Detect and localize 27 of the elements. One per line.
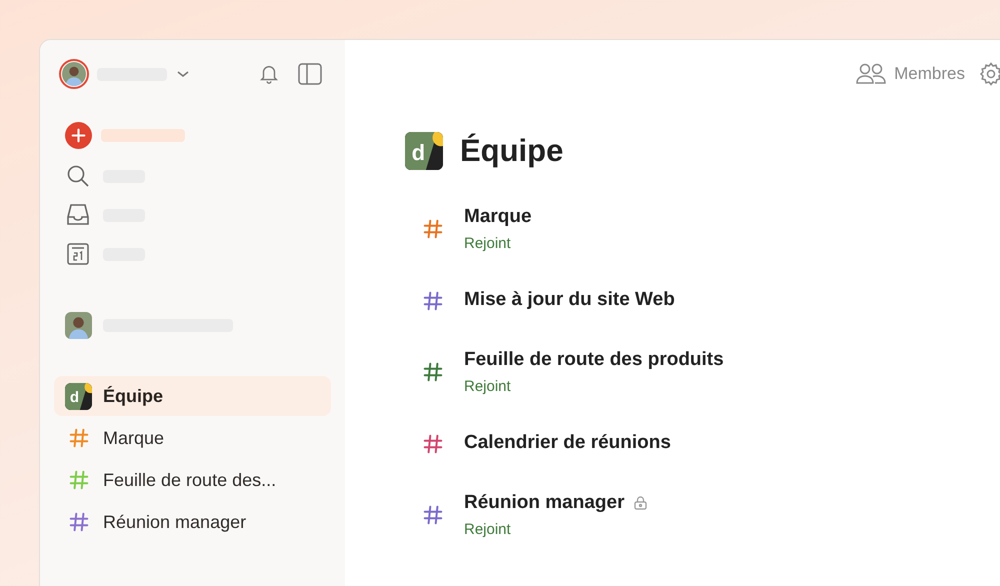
people-icon (856, 63, 886, 85)
channel-item[interactable]: Réunion manager (54, 502, 331, 542)
channel-name[interactable]: Feuille de route des produits (464, 346, 724, 374)
channel-item[interactable]: Feuille de route des... (54, 460, 331, 500)
channel-name[interactable]: Mise à jour du site Web (464, 286, 675, 315)
team-title: Équipe (460, 132, 564, 170)
sidebar-toggle-icon[interactable] (298, 63, 322, 85)
channel-item[interactable]: Marque (54, 418, 331, 458)
joined-label: Rejoint (464, 234, 512, 254)
logo-letter: d (70, 390, 80, 405)
team-item[interactable]: d Équipe (54, 376, 331, 416)
logo-drawing (405, 132, 443, 170)
channel-name[interactable]: Calendrier de réunions (464, 429, 671, 458)
joined-label: Rejoint (464, 377, 512, 397)
logo-letter: d (412, 142, 426, 164)
joined-label: Rejoint (464, 520, 512, 540)
channel-name[interactable]: Marque (464, 202, 532, 231)
bell-icon[interactable] (258, 63, 280, 85)
add-icon[interactable] (65, 122, 92, 149)
avatar-icon (65, 312, 92, 339)
settings-icon[interactable] (979, 62, 1000, 86)
inbox-icon[interactable] (66, 203, 90, 227)
logo-drawing (65, 382, 92, 410)
channel-name[interactable]: Réunion manager (464, 488, 624, 517)
search-icon[interactable] (66, 164, 90, 188)
avatar-icon (62, 62, 86, 86)
calendar-icon[interactable] (66, 242, 90, 266)
